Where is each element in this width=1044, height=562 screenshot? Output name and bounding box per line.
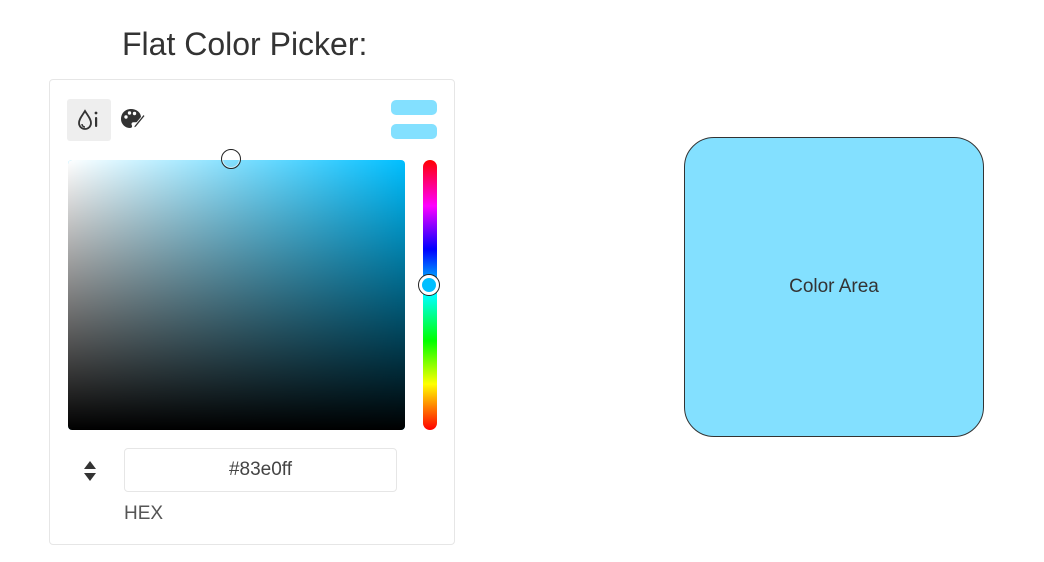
tab-palette-mode[interactable]	[111, 99, 155, 141]
format-toggle-button[interactable]	[80, 459, 100, 483]
color-swatch[interactable]	[391, 100, 437, 115]
palette-icon	[121, 109, 146, 129]
color-area-label: Color Area	[789, 276, 879, 297]
hue-handle-dot	[422, 278, 436, 292]
color-swatch[interactable]	[391, 124, 437, 139]
page: Flat Color Picker: #83e0ff HEX Color Are…	[0, 0, 1044, 562]
up-down-arrows-icon	[84, 461, 96, 481]
color-picker-panel: HEX	[49, 79, 455, 545]
format-label: HEX	[124, 503, 164, 524]
sv-black-layer	[68, 160, 405, 430]
drop-icon	[78, 109, 98, 130]
saturation-value-handle[interactable]	[221, 149, 241, 169]
tab-picker-mode[interactable]	[67, 99, 111, 141]
color-preview-area: Color Area	[684, 137, 984, 437]
saturation-value-area[interactable]	[68, 160, 405, 430]
hex-input[interactable]	[124, 448, 397, 492]
hue-slider-handle[interactable]	[418, 274, 440, 296]
page-title: Flat Color Picker:	[122, 26, 368, 62]
